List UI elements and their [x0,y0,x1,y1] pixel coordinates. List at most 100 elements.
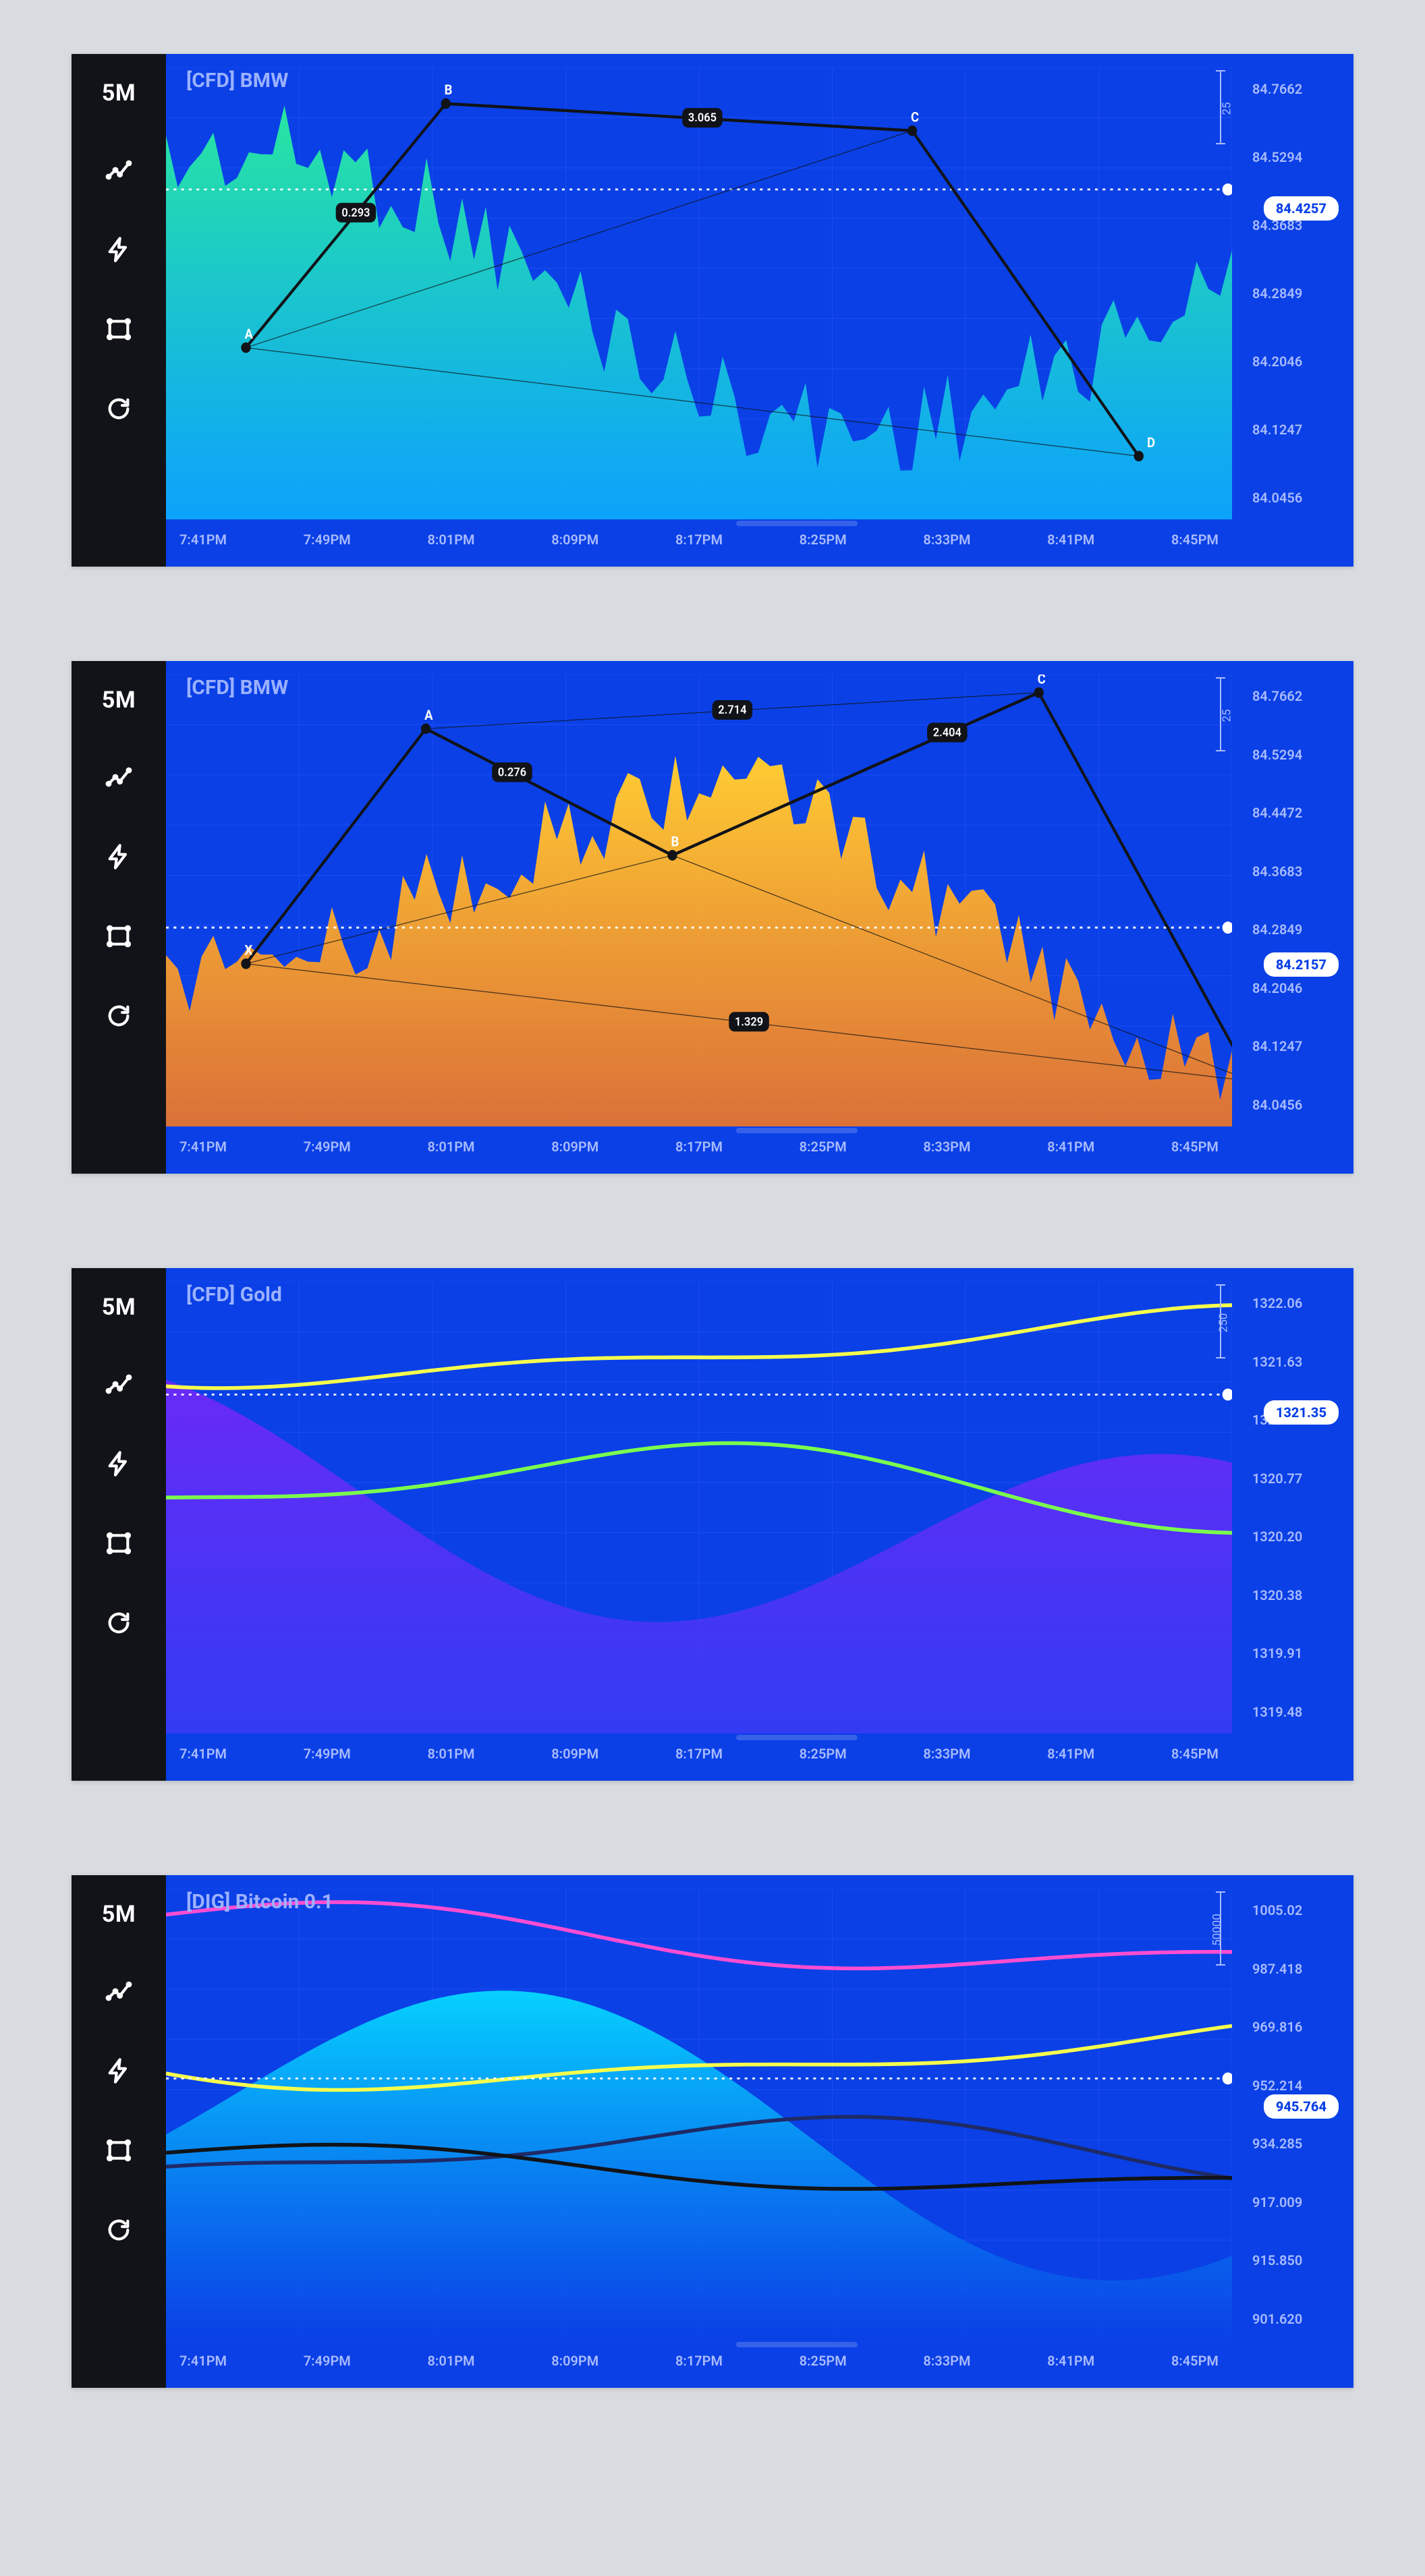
x-tick: 7:41PM [179,532,227,548]
y-tick: 84.1247 [1252,422,1333,438]
scale-indicator: 25 [1205,677,1225,751]
chart-canvas[interactable]: [CFD] BMW 25 ABCD0.2933.065 7:41PM7:49PM… [166,54,1353,567]
x-tick: 8:45PM [1171,1746,1219,1762]
time-scrollbar[interactable] [736,2342,858,2347]
x-tick: 8:41PM [1047,2353,1094,2369]
x-tick: 8:33PM [923,2353,970,2369]
x-tick: 7:41PM [179,1746,227,1762]
y-tick: 1005.02 [1252,1902,1333,1918]
y-tick: 84.2046 [1252,353,1333,370]
chart-panel-gold: 5M [CFD] Gold 250 7:41PM7:49PM8:01PM8:09… [72,1268,1353,1781]
time-scrollbar[interactable] [736,521,858,526]
pattern-point-label: B [671,834,679,850]
x-tick: 8:25PM [800,1746,847,1762]
y-tick: 987.418 [1252,1961,1333,1977]
x-tick: 8:41PM [1047,532,1094,548]
svg-text:3.065: 3.065 [688,111,717,125]
refresh-icon[interactable] [103,2214,135,2246]
x-tick: 8:17PM [675,1139,723,1155]
x-tick: 8:33PM [923,532,970,548]
x-tick: 8:09PM [551,1746,598,1762]
y-tick: 1320.20 [1252,1528,1333,1545]
x-tick: 8:33PM [923,1746,970,1762]
chart-canvas[interactable]: [CFD] BMW 25 XABCD0.2762.7142.4041.329 7… [166,661,1353,1174]
shape-rect-icon[interactable] [103,920,135,952]
x-tick: 8:45PM [1171,2353,1219,2369]
timeframe-selector[interactable]: 5M [102,80,136,107]
svg-text:1.329: 1.329 [735,1015,763,1029]
timeframe-selector[interactable]: 5M [102,687,136,714]
lightning-icon[interactable] [103,233,135,266]
x-tick: 8:25PM [800,532,847,548]
svg-text:0.276: 0.276 [498,766,526,780]
x-tick: 7:41PM [179,2353,227,2369]
lightning-icon[interactable] [103,2055,135,2087]
x-tick: 8:41PM [1047,1746,1094,1762]
refresh-icon[interactable] [103,393,135,425]
y-axis: 1322.061321.631321.231320.771320.201320.… [1232,1282,1353,1734]
x-tick: 8:09PM [551,2353,598,2369]
chart-panel-bmw-green: 5M [CFD] BMW 25 ABCD0.2933.065 7:41PM7:4… [72,54,1353,567]
chart-panel-bmw-orange: 5M [CFD] BMW 25 XABCD0.2762.7142.4041.32… [72,661,1353,1174]
y-tick: 84.7662 [1252,688,1333,704]
current-price-badge: 945.764 [1264,2094,1339,2119]
trend-line-icon[interactable] [103,1975,135,2007]
x-axis: 7:41PM7:49PM8:01PM8:09PM8:17PM8:25PM8:33… [166,1126,1232,1174]
y-tick: 1319.91 [1252,1645,1333,1661]
y-tick: 84.7662 [1252,81,1333,97]
y-tick: 84.2849 [1252,921,1333,938]
lightning-icon[interactable] [103,1448,135,1480]
y-tick: 1320.38 [1252,1587,1333,1603]
trend-line-icon[interactable] [103,154,135,186]
y-tick: 917.009 [1252,2194,1333,2210]
x-tick: 8:25PM [800,1139,847,1155]
y-tick: 84.5294 [1252,149,1333,165]
y-tick: 915.850 [1252,2252,1333,2268]
shape-rect-icon[interactable] [103,313,135,345]
y-tick: 84.1247 [1252,1038,1333,1054]
chart-canvas[interactable]: [DIG] Bitcoin 0.1 50000 7:41PM7:49PM8:01… [166,1875,1353,2388]
chart-title: [CFD] Gold [186,1283,282,1307]
shape-rect-icon[interactable] [103,2134,135,2167]
x-tick: 8:09PM [551,1139,598,1155]
chart-toolbar: 5M [72,54,166,567]
timeframe-selector[interactable]: 5M [102,1294,136,1321]
timeframe-selector[interactable]: 5M [102,1901,136,1928]
y-tick: 1319.48 [1252,1704,1333,1720]
y-tick: 84.2046 [1252,980,1333,996]
y-tick: 84.4472 [1252,805,1333,821]
pattern-point-label: B [445,82,453,98]
y-tick: 934.285 [1252,2136,1333,2152]
y-tick: 84.3683 [1252,863,1333,880]
y-tick: 1320.77 [1252,1470,1333,1487]
x-tick: 7:49PM [304,1139,351,1155]
chart-title: [DIG] Bitcoin 0.1 [186,1890,333,1914]
trend-line-icon[interactable] [103,761,135,793]
x-axis: 7:41PM7:49PM8:01PM8:09PM8:17PM8:25PM8:33… [166,1734,1232,1781]
x-tick: 8:17PM [675,532,723,548]
chart-canvas[interactable]: [CFD] Gold 250 7:41PM7:49PM8:01PM8:09PM8… [166,1268,1353,1781]
time-scrollbar[interactable] [736,1735,858,1740]
svg-text:0.293: 0.293 [341,206,370,220]
x-tick: 8:17PM [675,1746,723,1762]
scale-indicator: 50000 [1205,1891,1225,1966]
chart-toolbar: 5M [72,1875,166,2388]
x-tick: 8:33PM [923,1139,970,1155]
chart-toolbar: 5M [72,661,166,1174]
x-tick: 8:25PM [800,2353,847,2369]
current-price-badge: 84.4257 [1264,196,1339,221]
trend-line-icon[interactable] [103,1368,135,1400]
lightning-icon[interactable] [103,840,135,873]
x-axis: 7:41PM7:49PM8:01PM8:09PM8:17PM8:25PM8:33… [166,519,1232,567]
pattern-point-label: C [911,109,919,125]
chart-title: [CFD] BMW [186,69,288,92]
x-tick: 8:45PM [1171,532,1219,548]
refresh-icon[interactable] [103,1607,135,1639]
refresh-icon[interactable] [103,1000,135,1032]
pattern-point-label: A [424,707,432,723]
x-tick: 8:45PM [1171,1139,1219,1155]
time-scrollbar[interactable] [736,1128,858,1133]
current-price-badge: 1321.35 [1264,1400,1339,1425]
x-tick: 8:41PM [1047,1139,1094,1155]
shape-rect-icon[interactable] [103,1527,135,1559]
